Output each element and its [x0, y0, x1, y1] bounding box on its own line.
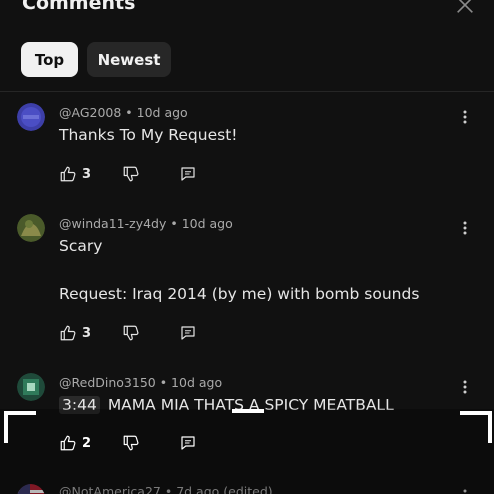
sort-chip-newest[interactable]: Newest [87, 42, 171, 77]
comments-header: Comments [0, 0, 494, 24]
reply-button[interactable] [179, 164, 197, 184]
like-button[interactable]: 3 [59, 323, 91, 343]
sort-chip-top[interactable]: Top [21, 42, 78, 77]
thumbs-down-icon [122, 324, 140, 342]
comments-panel: Comments Top Newest @AG2008 • 10d ago Th… [0, 0, 494, 494]
comment-meta: @winda11-zy4dy • 10d ago [59, 216, 233, 231]
fullscreen-corner-top-right [458, 411, 492, 445]
thumbs-down-icon [122, 434, 140, 452]
dislike-button[interactable] [122, 433, 140, 453]
comment-text: Scary [59, 237, 103, 255]
comment-meta: @RedDino3150 • 10d ago [59, 375, 223, 390]
dislike-button[interactable] [122, 323, 140, 343]
fullscreen-icon[interactable] [4, 411, 38, 445]
comment-text: Thanks To My Request! [59, 126, 238, 144]
avatar[interactable] [17, 373, 45, 401]
comment-meta: @AG2008 • 10d ago [59, 105, 188, 120]
reply-icon [179, 434, 197, 452]
like-button[interactable]: 3 [59, 164, 91, 184]
reply-icon [179, 324, 197, 342]
thumbs-up-icon [59, 434, 77, 452]
like-count: 3 [82, 325, 92, 341]
more-vert-icon[interactable] [460, 109, 470, 125]
reply-button[interactable] [179, 433, 197, 453]
more-vert-icon[interactable] [460, 379, 470, 395]
fullscreen-corner-top-center [232, 409, 264, 417]
more-vert-icon[interactable] [460, 220, 470, 236]
comments-title: Comments [22, 0, 136, 14]
thumbs-up-icon [59, 165, 77, 183]
avatar[interactable] [17, 214, 45, 242]
like-count: 3 [82, 166, 92, 182]
thumbs-up-icon [59, 324, 77, 342]
like-count: 2 [82, 435, 92, 451]
comment-actions: 3 [59, 323, 219, 343]
comment-actions: 2 [59, 433, 219, 453]
fullscreen-overlay[interactable]: 2 [0, 409, 494, 494]
dislike-button[interactable] [122, 164, 140, 184]
comment-text: Request: Iraq 2014 (by me) with bomb sou… [59, 285, 420, 303]
reply-button[interactable] [179, 323, 197, 343]
reply-icon [179, 165, 197, 183]
like-button[interactable]: 2 [59, 433, 91, 453]
avatar[interactable] [17, 103, 45, 131]
comment-actions: 3 [59, 164, 219, 184]
close-icon[interactable] [454, 0, 476, 16]
header-divider [0, 91, 494, 92]
thumbs-down-icon [122, 165, 140, 183]
